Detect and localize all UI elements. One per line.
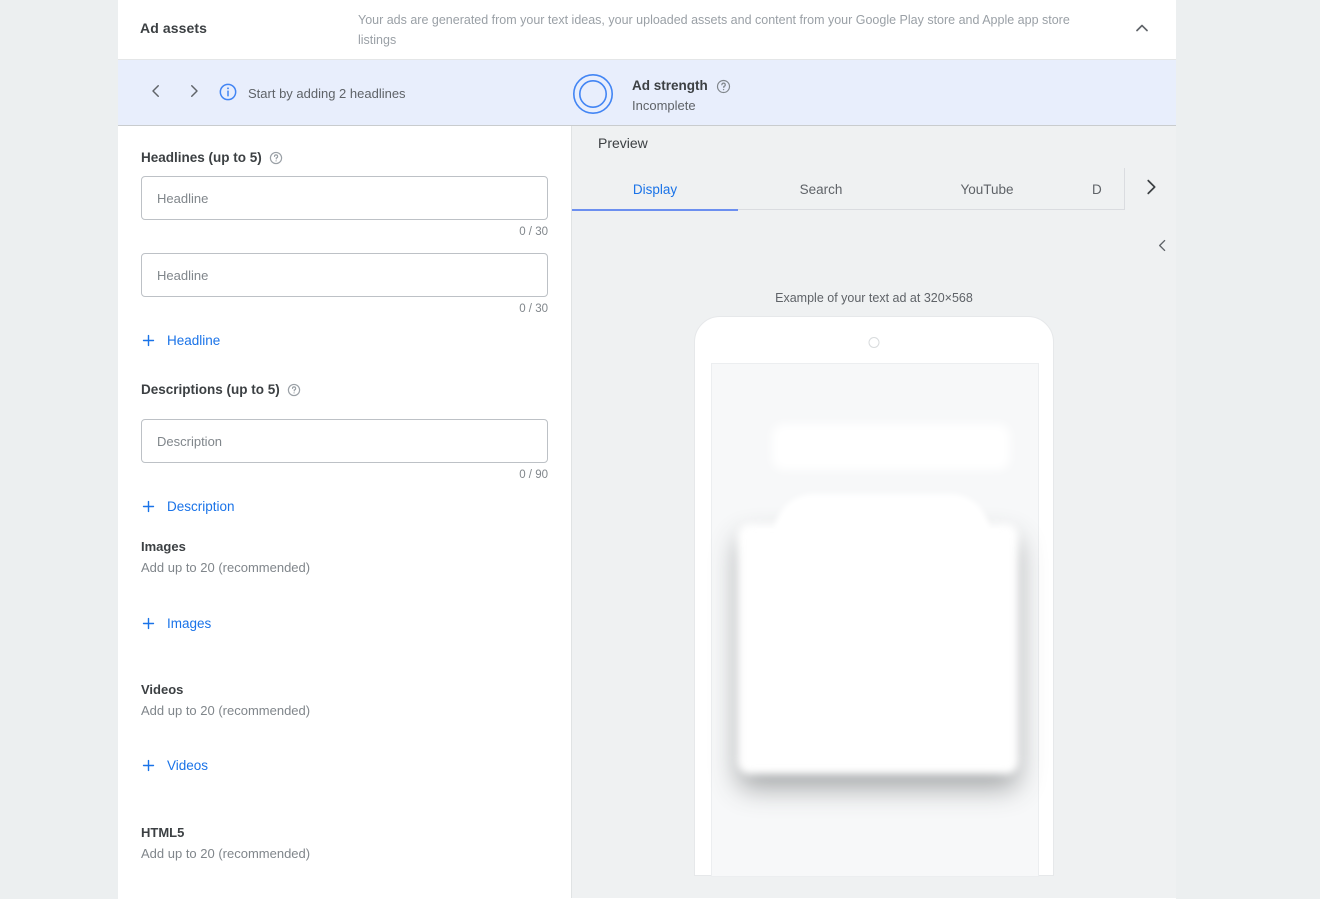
strength-prev-button[interactable] [144,81,168,105]
plus-icon [140,757,157,774]
strength-next-button[interactable] [182,81,206,105]
chevron-left-icon [1154,237,1171,259]
help-circle-icon[interactable] [716,79,731,94]
add-headline-label: Headline [167,333,221,348]
images-block-title: Images [141,539,186,554]
ad-strength-value: Incomplete [632,98,696,113]
tab-display[interactable]: Display [572,168,738,211]
assets-body: Headlines (up to 5) Headline 0 / 30 Head… [118,126,1176,898]
headlines-label-text: Headlines (up to 5) [141,150,262,165]
chevron-right-icon [1140,176,1162,203]
phone-device-mock [694,316,1054,877]
headline-placeholder: Headline [157,268,209,283]
preview-caption: Example of your text ad at 320×568 [775,291,973,305]
ad-strength-ring-icon [572,73,614,115]
headline-counter-2: 0 / 30 [519,303,548,315]
headline-input-2[interactable]: Headline [141,253,548,297]
strength-message: Start by adding 2 headlines [248,86,406,101]
tab-search[interactable]: Search [738,168,904,210]
html5-block-title: HTML5 [141,825,185,840]
videos-block-title: Videos [141,682,184,697]
info-circle-icon [218,82,238,102]
phone-screen [711,363,1039,877]
description-input-1[interactable]: Description [141,419,548,463]
collapse-section-button[interactable] [1126,14,1158,46]
preview-title: Preview [598,135,648,151]
placeholder-app-icon [774,494,990,712]
description-placeholder: Description [157,434,223,449]
preview-panel: Preview Display Search YouTube D Example… [572,126,1176,898]
descriptions-group-label: Descriptions (up to 5) [141,382,301,397]
plus-icon [140,615,157,632]
chevron-up-icon [1132,18,1152,43]
headlines-group-label: Headlines (up to 5) [141,150,283,165]
tab-youtube[interactable]: YouTube [904,168,1070,210]
add-videos-button[interactable]: Videos [140,757,208,774]
add-images-button[interactable]: Images [140,615,211,632]
plus-icon [140,498,157,515]
descriptions-label-text: Descriptions (up to 5) [141,382,280,397]
headline-counter-1: 0 / 30 [519,226,548,238]
preview-prev-button[interactable] [1148,234,1176,262]
section-description: Your ads are generated from your text id… [358,13,1070,47]
chevron-right-icon [185,82,203,105]
add-description-button[interactable]: Description [140,498,235,515]
plus-icon [140,332,157,349]
preview-tab-bar: Display Search YouTube D [572,168,1176,211]
help-circle-icon[interactable] [287,383,301,397]
ad-strength-label: Ad strength [632,78,708,93]
headline-placeholder: Headline [157,191,209,206]
phone-camera-icon [868,337,880,348]
ad-assets-card: Ad assets Your ads are generated from yo… [118,0,1176,899]
page-title: Ad assets [140,20,208,36]
asset-form-panel: Headlines (up to 5) Headline 0 / 30 Head… [118,126,572,898]
placeholder-banner [772,424,1010,470]
headline-input-1[interactable]: Headline [141,176,548,220]
section-header: Ad assets Your ads are generated from yo… [118,0,1176,60]
tab-scroll-next-button[interactable] [1124,168,1176,210]
videos-block-subtitle: Add up to 20 (recommended) [141,703,311,718]
add-videos-label: Videos [167,758,209,773]
add-images-label: Images [167,616,212,631]
description-counter-1: 0 / 90 [519,469,548,481]
html5-block-subtitle: Add up to 20 (recommended) [141,846,311,861]
add-description-label: Description [167,499,235,514]
chevron-left-icon [147,82,165,105]
add-headline-button[interactable]: Headline [140,332,220,349]
images-block-subtitle: Add up to 20 (recommended) [141,560,311,575]
help-circle-icon[interactable] [269,151,283,165]
ad-strength-bar: Start by adding 2 headlines Ad strength … [118,60,1176,181]
